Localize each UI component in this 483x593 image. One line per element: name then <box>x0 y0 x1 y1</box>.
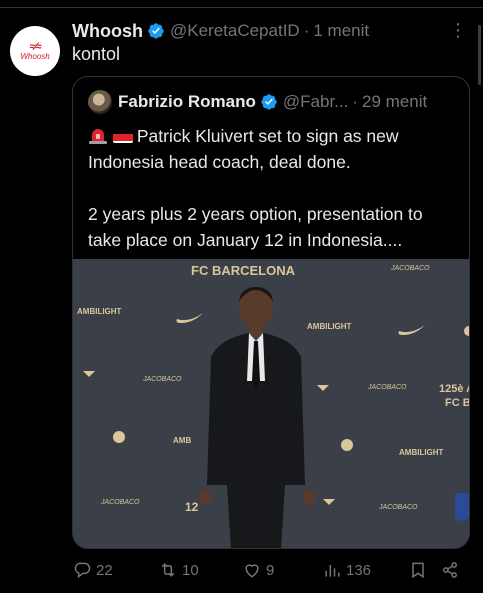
photo-text-fcba: FC BA <box>445 397 469 409</box>
share-button[interactable] <box>440 560 464 580</box>
quoted-tweet[interactable]: Fabrizio Romano @Fabr... · 29 menit Patr… <box>72 76 470 549</box>
photo-text-jacobaco-2: JACOBACO <box>367 384 407 391</box>
author-name[interactable]: Whoosh <box>72 21 143 42</box>
author-handle[interactable]: @KeretaCepatID <box>170 21 300 41</box>
reply-button[interactable]: 22 <box>72 560 113 580</box>
photo-text-jacobaco-5: JACOBACO <box>390 265 430 272</box>
photo-text-jacobaco-1: JACOBACO <box>142 376 182 383</box>
retweet-button[interactable]: 10 <box>158 560 199 580</box>
action-bar: 22 10 9 136 <box>72 560 472 584</box>
quoted-author-name[interactable]: Fabrizio Romano <box>118 92 256 112</box>
photo-text-125: 125è AI <box>439 383 469 395</box>
top-divider <box>0 7 483 8</box>
quoted-line-2: 2 years plus 2 years option, presentatio… <box>88 204 423 250</box>
bookmark-icon <box>412 562 424 579</box>
like-button[interactable]: 9 <box>242 560 274 580</box>
quoted-text: Patrick Kluivert set to sign as new Indo… <box>88 123 458 253</box>
quoted-timestamp[interactable]: 29 menit <box>362 92 427 112</box>
photo-text-12: 12 <box>185 500 199 514</box>
verified-badge-icon <box>261 94 277 110</box>
whoosh-logo-icon: ≈∕≈ <box>29 40 42 53</box>
photo-text-amb: AMB <box>173 436 191 445</box>
quoted-line-1-text: Patrick Kluivert set to sign as new Indo… <box>88 126 399 172</box>
scrollbar[interactable] <box>478 25 481 85</box>
photo-text-jacobaco-4: JACOBACO <box>378 504 418 511</box>
timestamp[interactable]: 1 menit <box>313 21 369 41</box>
reply-icon <box>74 562 91 579</box>
separator-dot: · <box>303 21 310 40</box>
quoted-photo[interactable]: FC BARCELONA AMBILIGHT AMBILIGHT AMBILIG… <box>73 259 469 548</box>
photo-illustration: FC BARCELONA AMBILIGHT AMBILIGHT AMBILIG… <box>73 259 469 548</box>
views-count: 136 <box>346 561 372 579</box>
reply-count: 22 <box>96 561 113 579</box>
verified-badge-icon <box>148 23 164 39</box>
photo-text-jacobaco-3: JACOBACO <box>100 499 140 506</box>
share-icon <box>443 562 457 578</box>
bookmark-button[interactable] <box>408 560 432 580</box>
quoted-header: Fabrizio Romano @Fabr... · 29 menit <box>88 90 427 114</box>
indonesia-flag-icon <box>112 129 133 143</box>
tweet-text: kontol <box>72 44 121 64</box>
avatar[interactable]: ≈∕≈ Whoosh <box>10 26 60 76</box>
photo-text-barcelona: FC BARCELONA <box>191 263 296 278</box>
quoted-line-1: Patrick Kluivert set to sign as new Indo… <box>88 123 458 175</box>
photo-text-ambilight-2: AMBILIGHT <box>307 322 352 331</box>
avatar-logo-text: Whoosh <box>20 51 50 61</box>
like-count: 9 <box>266 561 275 579</box>
views-chart-icon <box>325 565 340 577</box>
retweet-icon <box>161 563 175 577</box>
siren-icon <box>89 129 107 144</box>
views-button[interactable]: 136 <box>322 560 371 580</box>
more-dots-icon[interactable]: ⋮ <box>449 21 467 39</box>
retweet-count: 10 <box>182 561 199 579</box>
photo-text-ambilight-1: AMBILIGHT <box>77 307 122 316</box>
heart-icon <box>245 564 259 578</box>
photo-text-ambilight-3: AMBILIGHT <box>399 448 444 457</box>
quoted-author-handle[interactable]: @Fabr... <box>283 92 348 112</box>
quoted-avatar[interactable] <box>88 90 112 114</box>
separator-dot: · <box>352 92 359 111</box>
tweet-header: Whoosh @KeretaCepatID · 1 menit <box>72 19 369 43</box>
